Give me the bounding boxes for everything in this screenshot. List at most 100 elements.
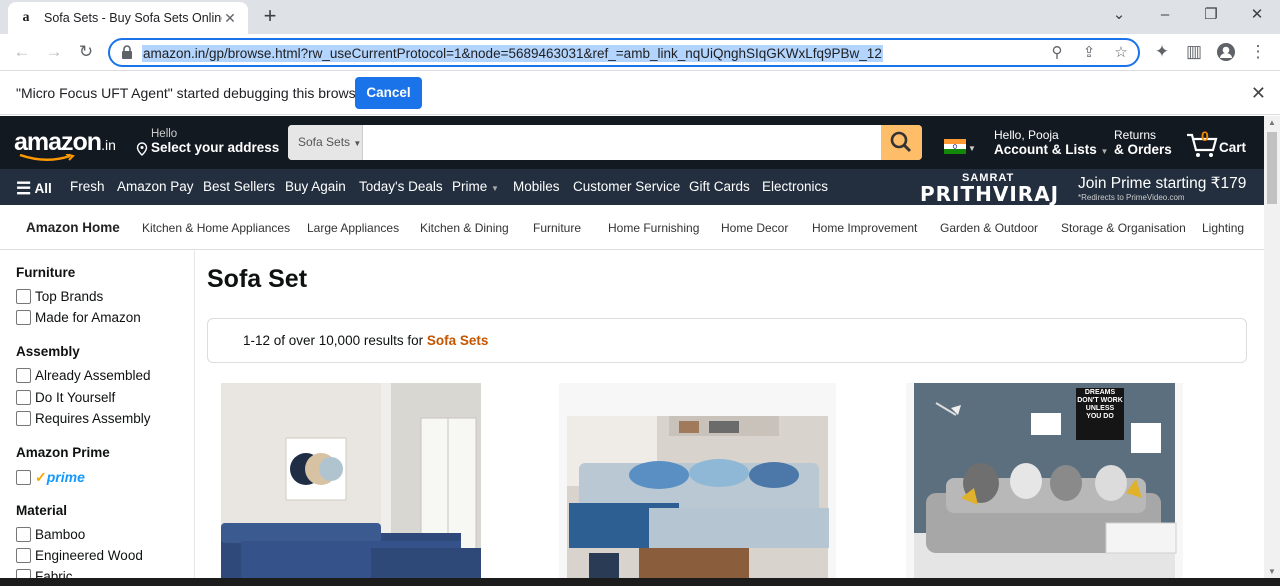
- filter-do-it-yourself[interactable]: Do It Yourself: [16, 390, 115, 405]
- browser-tab[interactable]: a Sofa Sets - Buy Sofa Sets Online ✕: [8, 2, 248, 34]
- promo-subtext: *Redirects to PrimeVideo.com: [1078, 193, 1185, 202]
- nav-item-buy-again[interactable]: Buy Again: [285, 179, 346, 194]
- subnav-item-home-furnishing[interactable]: Home Furnishing: [608, 221, 699, 235]
- close-infobar-icon[interactable]: ✕: [1251, 83, 1266, 104]
- tab-close-icon[interactable]: ✕: [222, 10, 238, 27]
- subnav-item-kitchen-dining[interactable]: Kitchen & Dining: [420, 221, 509, 235]
- close-window-button[interactable]: ✕: [1242, 4, 1272, 26]
- subnav-amazon-home[interactable]: Amazon Home: [26, 220, 120, 235]
- checkbox[interactable]: [16, 390, 31, 405]
- extensions-icon[interactable]: ✦: [1150, 41, 1174, 63]
- checkbox[interactable]: [16, 548, 31, 563]
- filter-bamboo[interactable]: Bamboo: [16, 527, 85, 542]
- product-image-3[interactable]: DREAMS DON'T WORK UNLESS YOU DO: [906, 383, 1183, 578]
- orders-label: & Orders: [1114, 142, 1172, 157]
- filter-prime[interactable]: ✓prime: [16, 469, 85, 486]
- back-button[interactable]: ←: [10, 41, 34, 63]
- nav-item-best-sellers[interactable]: Best Sellers: [203, 179, 275, 194]
- search-button[interactable]: [881, 125, 922, 160]
- nav-item-electronics[interactable]: Electronics: [762, 179, 828, 194]
- reload-button[interactable]: ↻: [74, 41, 98, 63]
- search-category-label: Sofa Sets: [298, 135, 351, 149]
- product-image-2[interactable]: [559, 383, 836, 578]
- filter-requires-assembly[interactable]: Requires Assembly: [16, 411, 151, 426]
- subnav-item-kitchen-home-appliances[interactable]: Kitchen & Home Appliances: [142, 221, 290, 235]
- filter-made-for-amazon[interactable]: Made for Amazon: [16, 310, 141, 325]
- amazon-logo[interactable]: amazon.in: [14, 128, 116, 157]
- filter-label: Do It Yourself: [35, 390, 116, 405]
- checkbox[interactable]: [16, 411, 31, 426]
- scroll-down-icon[interactable]: ▼: [1268, 567, 1276, 576]
- url-text[interactable]: amazon.in/gp/browse.html?rw_useCurrentPr…: [142, 45, 883, 62]
- page-title: Sofa Set: [207, 265, 308, 293]
- all-menu-button[interactable]: ☰ All: [16, 179, 52, 199]
- checkbox[interactable]: [16, 527, 31, 542]
- filter-label: Made for Amazon: [35, 310, 141, 325]
- location-pin-icon: [136, 142, 148, 156]
- minimize-button[interactable]: –: [1150, 4, 1180, 26]
- scrollbar-thumb[interactable]: [1267, 132, 1277, 204]
- subnav-item-furniture[interactable]: Furniture: [533, 221, 581, 235]
- nav-item-fresh[interactable]: Fresh: [70, 179, 105, 194]
- nav-item-gift-cards[interactable]: Gift Cards: [689, 179, 750, 194]
- cancel-debug-button[interactable]: Cancel: [355, 77, 422, 109]
- checkbox[interactable]: [16, 470, 31, 485]
- address-bar[interactable]: amazon.in/gp/browse.html?rw_useCurrentPr…: [108, 38, 1140, 67]
- search-category-dropdown[interactable]: Sofa Sets ▼: [288, 125, 363, 160]
- account-greeting: Hello, Pooja: [994, 128, 1059, 142]
- product-image-1[interactable]: [221, 383, 481, 578]
- subnav-item-large-appliances[interactable]: Large Appliances: [307, 221, 399, 235]
- nav-item-customer-service[interactable]: Customer Service: [573, 179, 680, 194]
- checkbox[interactable]: [16, 569, 31, 578]
- nav-item-todays-deals[interactable]: Today's Deals: [359, 179, 443, 194]
- amazon-favicon-icon: a: [22, 10, 30, 25]
- prime-promo-banner[interactable]: SAMRAT PRITHVIRAJ Join Prime starting ₹1…: [912, 169, 1264, 206]
- deliver-to-address[interactable]: Hello Select your address: [136, 128, 280, 156]
- prime-label: Prime: [452, 179, 488, 194]
- forward-button[interactable]: →: [42, 41, 66, 63]
- lock-icon: [122, 45, 132, 59]
- zoom-icon[interactable]: ⚲: [1046, 43, 1068, 63]
- subnav-item-storage-organisation[interactable]: Storage & Organisation: [1061, 221, 1186, 235]
- nav-item-mobiles[interactable]: Mobiles: [513, 179, 560, 194]
- account-and-lists[interactable]: Hello, Pooja Account & Lists ▼: [994, 128, 1108, 157]
- filter-label: Bamboo: [35, 527, 86, 542]
- nav-item-prime[interactable]: Prime ▼: [452, 179, 499, 194]
- returns-and-orders[interactable]: Returns & Orders: [1114, 128, 1172, 157]
- search-input[interactable]: [364, 125, 880, 160]
- filter-heading-assembly: Assembly: [16, 344, 80, 359]
- logo-suffix: .in: [101, 137, 116, 153]
- page-scrollbar[interactable]: ▲ ▼: [1264, 116, 1280, 578]
- cart-button[interactable]: 0 Cart: [1186, 128, 1256, 160]
- logo-text: amazon: [14, 128, 102, 156]
- language-caret-icon[interactable]: ▼: [968, 144, 976, 153]
- filter-top-brands[interactable]: Top Brands: [16, 289, 103, 304]
- side-panel-icon[interactable]: ▥: [1182, 41, 1206, 63]
- checkbox[interactable]: [16, 289, 31, 304]
- share-icon[interactable]: ⇪: [1078, 43, 1100, 63]
- select-address-label: Select your address: [151, 140, 280, 155]
- new-tab-button[interactable]: +: [258, 5, 282, 28]
- subnav-item-garden-outdoor[interactable]: Garden & Outdoor: [940, 221, 1038, 235]
- browser-menu-icon[interactable]: ⋮: [1246, 41, 1270, 63]
- address-hello: Hello: [151, 128, 178, 140]
- subnav-item-lighting[interactable]: Lighting: [1202, 221, 1244, 235]
- filter-fabric[interactable]: Fabric: [16, 569, 73, 578]
- scroll-up-icon[interactable]: ▲: [1268, 118, 1276, 127]
- checkbox[interactable]: [16, 368, 31, 383]
- tab-search-icon[interactable]: ⌄: [1104, 4, 1134, 26]
- prime-caret-icon: ▼: [491, 184, 499, 193]
- checkbox[interactable]: [16, 310, 31, 325]
- filter-engineered-wood[interactable]: Engineered Wood: [16, 548, 143, 563]
- restore-button[interactable]: ❐: [1196, 4, 1226, 26]
- india-flag-icon[interactable]: [944, 139, 966, 154]
- filters-sidebar: Furniture Top Brands Made for Amazon Ass…: [0, 250, 195, 578]
- promo-title: PRITHVIRAJ: [920, 182, 1060, 206]
- nav-item-amazon-pay[interactable]: Amazon Pay: [117, 179, 194, 194]
- bookmark-star-icon[interactable]: ☆: [1110, 43, 1132, 63]
- subnav-item-home-decor[interactable]: Home Decor: [721, 221, 788, 235]
- hamburger-icon: ☰: [16, 179, 32, 198]
- subnav-item-home-improvement[interactable]: Home Improvement: [812, 221, 917, 235]
- profile-avatar-icon[interactable]: [1214, 41, 1238, 63]
- filter-already-assembled[interactable]: Already Assembled: [16, 368, 151, 383]
